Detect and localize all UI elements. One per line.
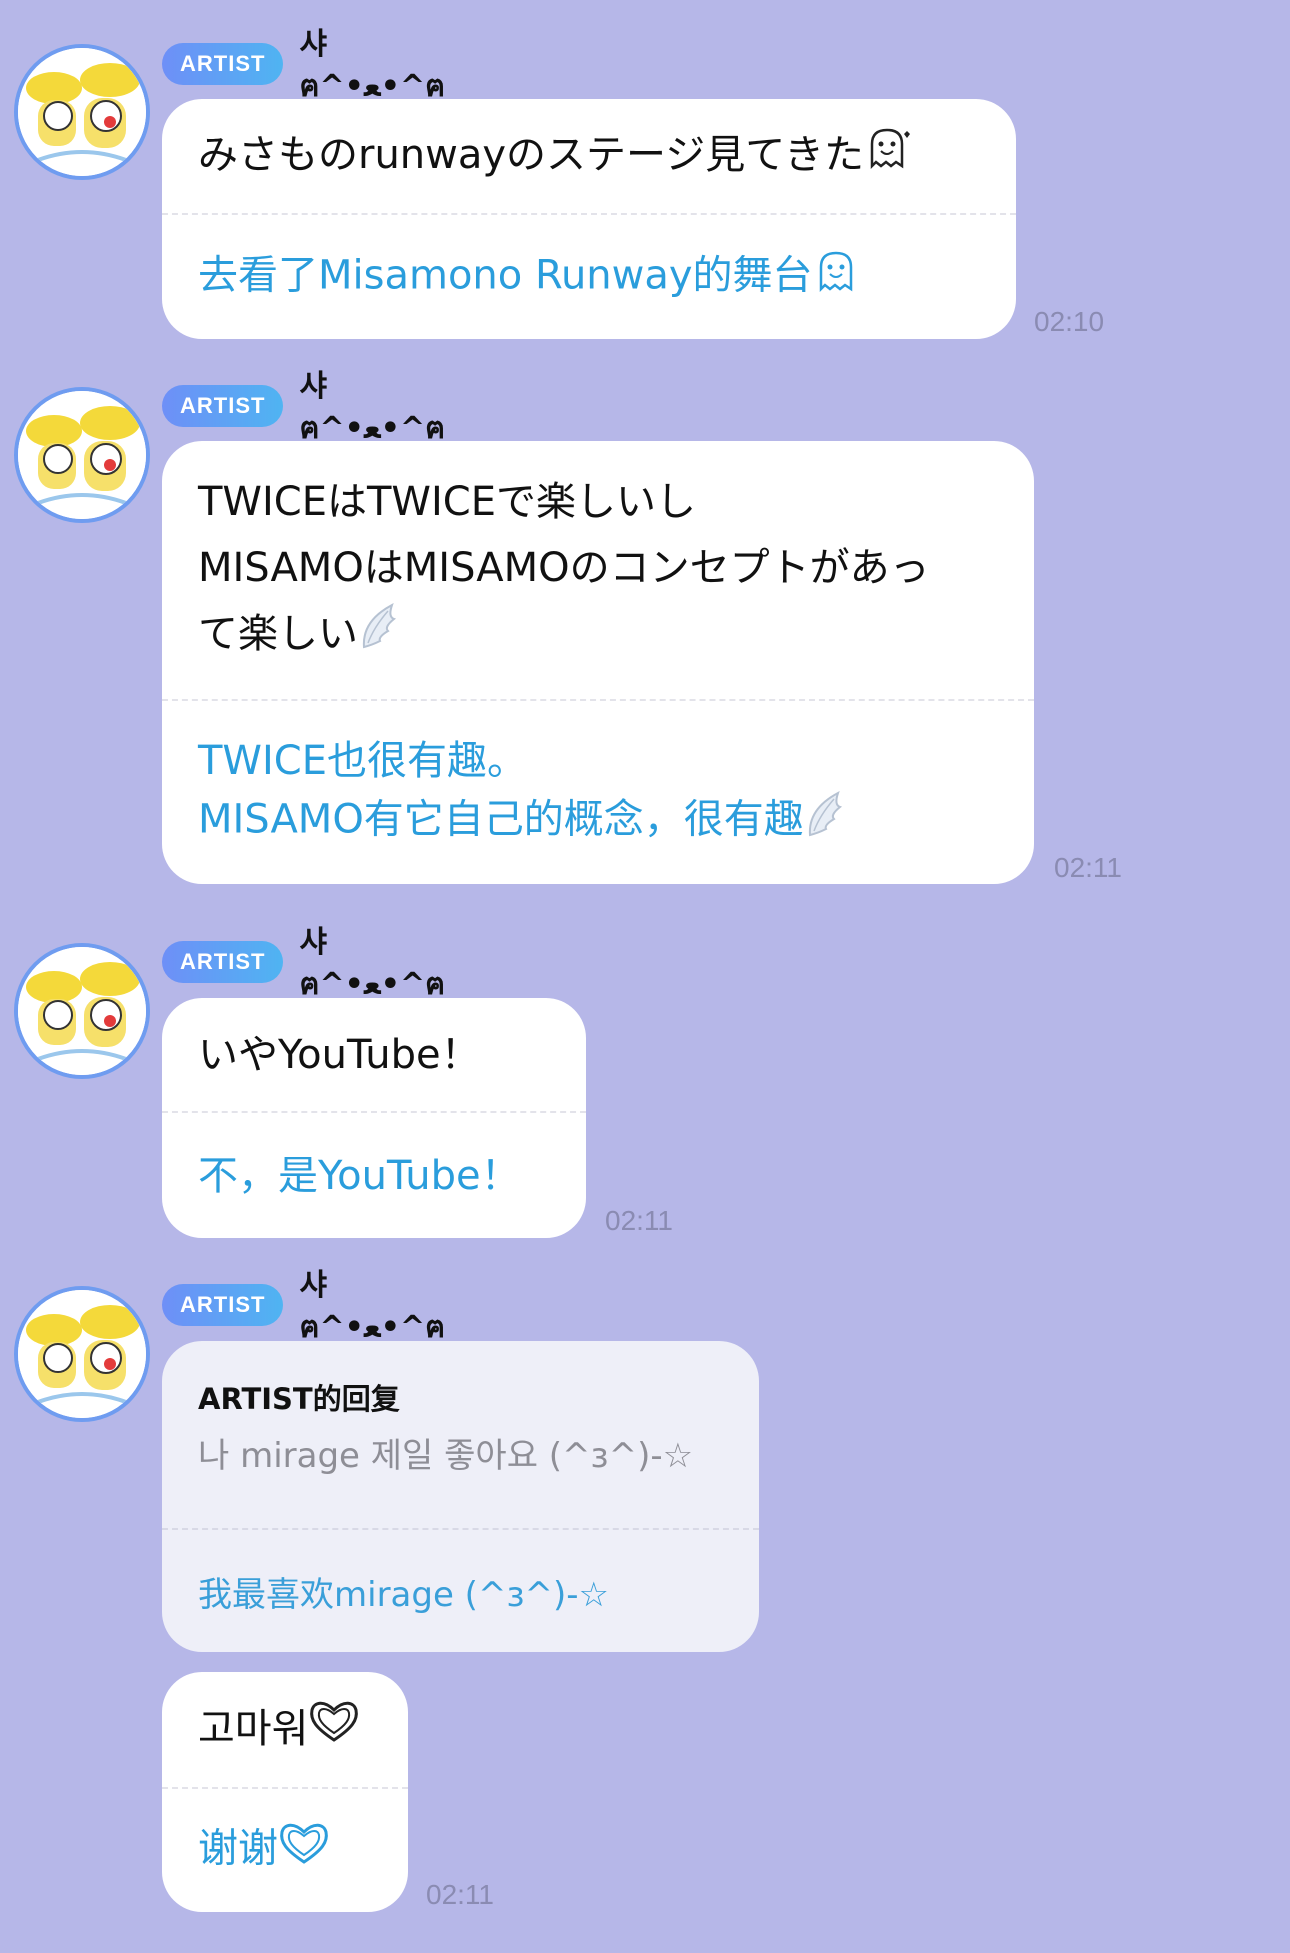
- message-bubble[interactable]: いやYouTube！ 不，是YouTube！: [162, 998, 586, 1238]
- avatar-illustration-icon: [18, 48, 146, 176]
- timestamp: 02:11: [426, 1879, 494, 1910]
- reply-original: ARTIST的回复 나 mirage 제일 좋아요 (^ɜ^)-☆: [162, 1341, 759, 1528]
- ghost-tongue-icon: [864, 124, 911, 190]
- translation-text: 谢谢: [162, 1789, 408, 1912]
- sender-name[interactable]: 샤ฅ^•ﻌ•^ฅ: [299, 19, 445, 110]
- heart-outline-icon: [308, 1698, 360, 1764]
- avatar[interactable]: [14, 1286, 150, 1422]
- wing-icon: [358, 601, 398, 671]
- message-header: ARTIST 샤ฅ^•ﻌ•^ฅ: [162, 1268, 445, 1345]
- timestamp: 02:11: [1054, 852, 1122, 883]
- original-text: TWICEはTWICEで楽しいし MISAMOはMISAMOのコンセプトがあっ …: [162, 441, 1034, 699]
- heart-outline-icon: [278, 1820, 330, 1881]
- message-header: ARTIST 샤ฅ^•ﻌ•^ฅ: [162, 925, 445, 1002]
- translation-text: 去看了Misamono Runway的舞台: [162, 215, 1016, 339]
- translation-line: 不，是YouTube！: [198, 1152, 521, 1199]
- message-header: ARTIST 샤ฅ^•ﻌ•^ฅ: [162, 369, 445, 446]
- ghost-tongue-icon: [813, 247, 859, 308]
- original-line: MISAMOはMISAMOのコンセプトがあっ: [198, 545, 930, 591]
- timestamp: 02:11: [605, 1205, 673, 1236]
- translation-line: 去看了Misamono Runway的舞台: [198, 252, 813, 298]
- original-line: て楽しい: [198, 611, 358, 657]
- original-line: いやYouTube！: [198, 1031, 481, 1078]
- message-bubble[interactable]: みさものrunwayのステージ見てきた 去看了Misamono Runway的舞…: [162, 99, 1016, 339]
- message-bubble[interactable]: 고마워 谢谢: [162, 1672, 408, 1912]
- original-text: みさものrunwayのステージ見てきた: [162, 99, 1016, 213]
- avatar[interactable]: [14, 44, 150, 180]
- sender-name[interactable]: 샤ฅ^•ﻌ•^ฅ: [299, 361, 445, 452]
- reply-quoted-translation: 我最喜欢mirage (^ɜ^)-☆: [198, 1574, 610, 1615]
- timestamp: 02:10: [1034, 306, 1105, 337]
- avatar[interactable]: [14, 943, 150, 1079]
- artist-badge: ARTIST: [162, 43, 284, 85]
- translation-text: TWICE也很有趣。 MISAMO有它自己的概念，很有趣: [162, 701, 1034, 884]
- message-bubble[interactable]: TWICEはTWICEで楽しいし MISAMOはMISAMOのコンセプトがあっ …: [162, 441, 1034, 884]
- wing-icon: [804, 789, 844, 854]
- avatar[interactable]: [14, 387, 150, 523]
- original-line: みさものrunwayのステージ見てきた: [198, 132, 865, 178]
- original-line: TWICEはTWICEで楽しいし: [198, 479, 696, 525]
- avatar-illustration-icon: [18, 947, 146, 1075]
- translation-line: TWICE也很有趣。: [198, 738, 527, 784]
- translation-line: MISAMO有它自己的概念，很有趣: [198, 796, 804, 843]
- original-text: 고마워: [162, 1672, 408, 1787]
- avatar-illustration-icon: [18, 391, 146, 519]
- reply-translation: 我最喜欢mirage (^ɜ^)-☆: [162, 1530, 759, 1652]
- artist-badge: ARTIST: [162, 1284, 284, 1326]
- reply-quote-bubble[interactable]: ARTIST的回复 나 mirage 제일 좋아요 (^ɜ^)-☆ 我最喜欢mi…: [162, 1341, 759, 1652]
- avatar-illustration-icon: [18, 1290, 146, 1418]
- original-text: いやYouTube！: [162, 998, 586, 1111]
- translation-line: 谢谢: [198, 1825, 278, 1872]
- artist-badge: ARTIST: [162, 941, 284, 983]
- original-line: 고마워: [198, 1705, 309, 1752]
- reply-heading: ARTIST的回复: [198, 1382, 400, 1416]
- translation-text: 不，是YouTube！: [162, 1113, 586, 1238]
- sender-name[interactable]: 샤ฅ^•ﻌ•^ฅ: [299, 917, 445, 1008]
- sender-name[interactable]: 샤ฅ^•ﻌ•^ฅ: [299, 1260, 445, 1351]
- message-header: ARTIST 샤ฅ^•ﻌ•^ฅ: [162, 27, 445, 104]
- artist-badge: ARTIST: [162, 385, 284, 427]
- reply-quoted-text: 나 mirage 제일 좋아요 (^ɜ^)-☆: [198, 1436, 694, 1476]
